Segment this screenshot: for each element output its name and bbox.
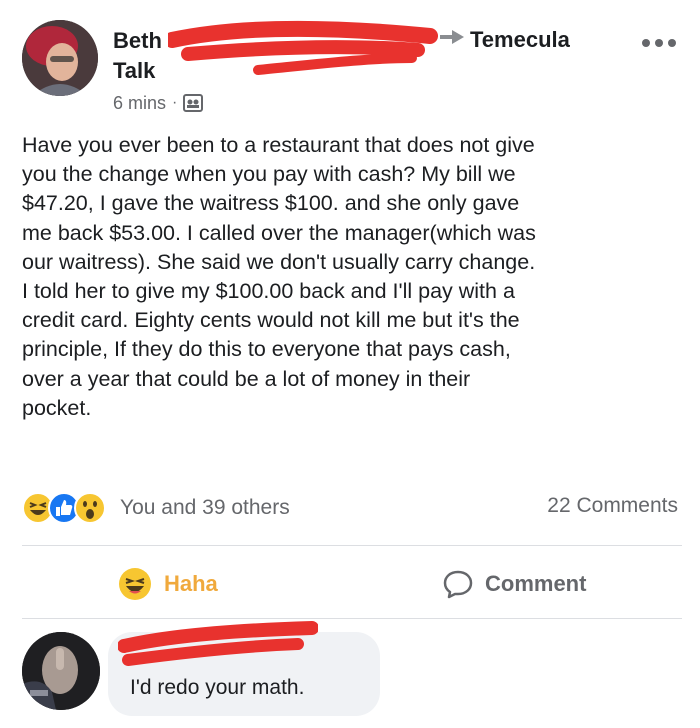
facebook-post: Beth Talk Temecula 6 mins · Have you eve… [0,0,700,728]
author-avatar[interactable] [22,20,98,96]
arrow-right-icon [440,30,464,44]
redaction-scribble [118,621,318,666]
post-meta: 6 mins · [113,90,204,116]
comment-button[interactable]: Comment [443,560,586,608]
wow-icon [74,492,106,524]
divider [22,618,682,619]
comment-text: I'd redo your math. [130,676,305,699]
group-name[interactable]: Temecula [470,25,570,55]
separator: · [172,94,178,111]
more-options-icon[interactable] [641,38,677,48]
commenter-avatar[interactable] [22,632,100,710]
haha-button[interactable]: Haha [118,560,218,608]
redaction-scribble [168,20,438,75]
reactions-summary[interactable]: You and 39 others [22,490,290,526]
haha-label: Haha [164,571,218,596]
reaction-icons [22,492,106,524]
comment-count[interactable]: 22 Comments [547,494,678,518]
timestamp[interactable]: 6 mins [113,93,166,114]
reaction-count[interactable]: You and 39 others [120,496,290,520]
post-text: Have you ever been to a restaurant that … [22,133,536,420]
divider [22,545,682,546]
haha-icon [119,568,151,600]
audience-icon[interactable] [183,94,204,112]
comment-icon [443,570,473,599]
comment-label: Comment [485,571,587,596]
